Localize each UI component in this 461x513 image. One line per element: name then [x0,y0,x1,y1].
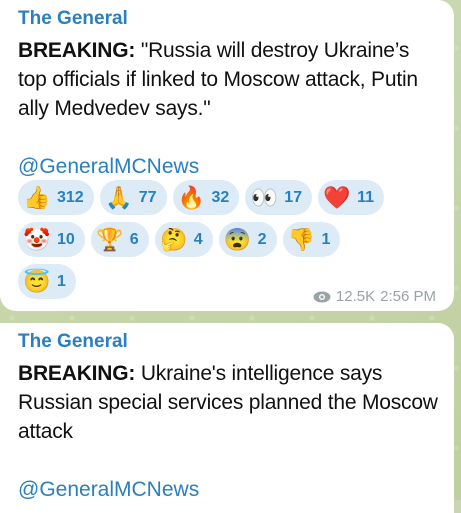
reaction-count: 32 [211,188,230,206]
reaction-count: 6 [129,230,139,248]
eyes-icon: 👀 [250,184,278,210]
reaction-count: 10 [57,230,75,248]
eye-icon [313,291,331,303]
reaction-row: 👍 312 🙏 77 🔥 32 👀 17 ❤️ 11 [18,180,448,215]
clown-icon: 🤡 [23,226,51,252]
reaction-count: 4 [193,230,203,248]
reaction-count: 17 [284,188,303,206]
message-meta: 12.5K 2:56 PM [313,288,436,305]
reaction-count: 11 [357,188,375,206]
view-count: 12.5K [335,288,376,305]
thumbs-up-icon: 👍 [23,184,51,210]
breaking-label: BREAKING: [18,39,136,62]
reaction-pill[interactable]: 🔥 32 [172,180,240,215]
reaction-count: 312 [57,188,84,206]
channel-link[interactable]: @GeneralMCNews [18,152,440,181]
reaction-pill[interactable]: 😇 1 [18,264,76,299]
message-text: BREAKING: "Russia will destroy Ukraine’s… [18,36,440,123]
fire-icon: 🔥 [177,184,206,210]
reaction-pill[interactable]: 👀 17 [245,180,313,215]
channel-name[interactable]: The General [18,8,440,30]
reaction-pill[interactable]: 🤡 10 [18,222,85,257]
reaction-pill[interactable]: 🙏 77 [99,180,167,215]
breaking-label: BREAKING: [18,362,136,385]
trophy-icon: 🏆 [96,226,124,252]
reaction-pill[interactable]: 🤔 4 [154,222,213,257]
message-bubble[interactable]: The General BREAKING: Ukraine's intellig… [0,323,454,513]
heart-icon: ❤️ [323,184,351,210]
channel-name[interactable]: The General [18,331,440,353]
reaction-pill[interactable]: 👎 1 [282,222,341,257]
praying-hands-icon: 🙏 [105,184,133,210]
fearful-face-icon: 😨 [223,226,252,252]
thinking-face-icon: 🤔 [160,226,188,252]
reaction-count: 1 [57,272,66,290]
message-text: BREAKING: Ukraine's intelligence says Ru… [18,359,440,446]
message-bubble[interactable]: The General BREAKING: "Russia will destr… [0,0,454,311]
message-time: 2:56 PM [380,288,436,305]
reaction-pill[interactable]: 🏆 6 [90,222,149,257]
reaction-row: 🤡 10 🏆 6 🤔 4 😨 2 👎 1 [18,222,448,257]
reaction-pill[interactable]: 😨 2 [218,222,277,257]
reaction-count: 77 [138,188,157,206]
reaction-pill[interactable]: ❤️ 11 [318,180,385,215]
halo-face-icon: 😇 [23,268,51,294]
thumbs-down-icon: 👎 [287,226,316,252]
reaction-pill[interactable]: 👍 312 [18,180,94,215]
reaction-count: 2 [257,230,267,248]
reaction-count: 1 [321,230,331,248]
